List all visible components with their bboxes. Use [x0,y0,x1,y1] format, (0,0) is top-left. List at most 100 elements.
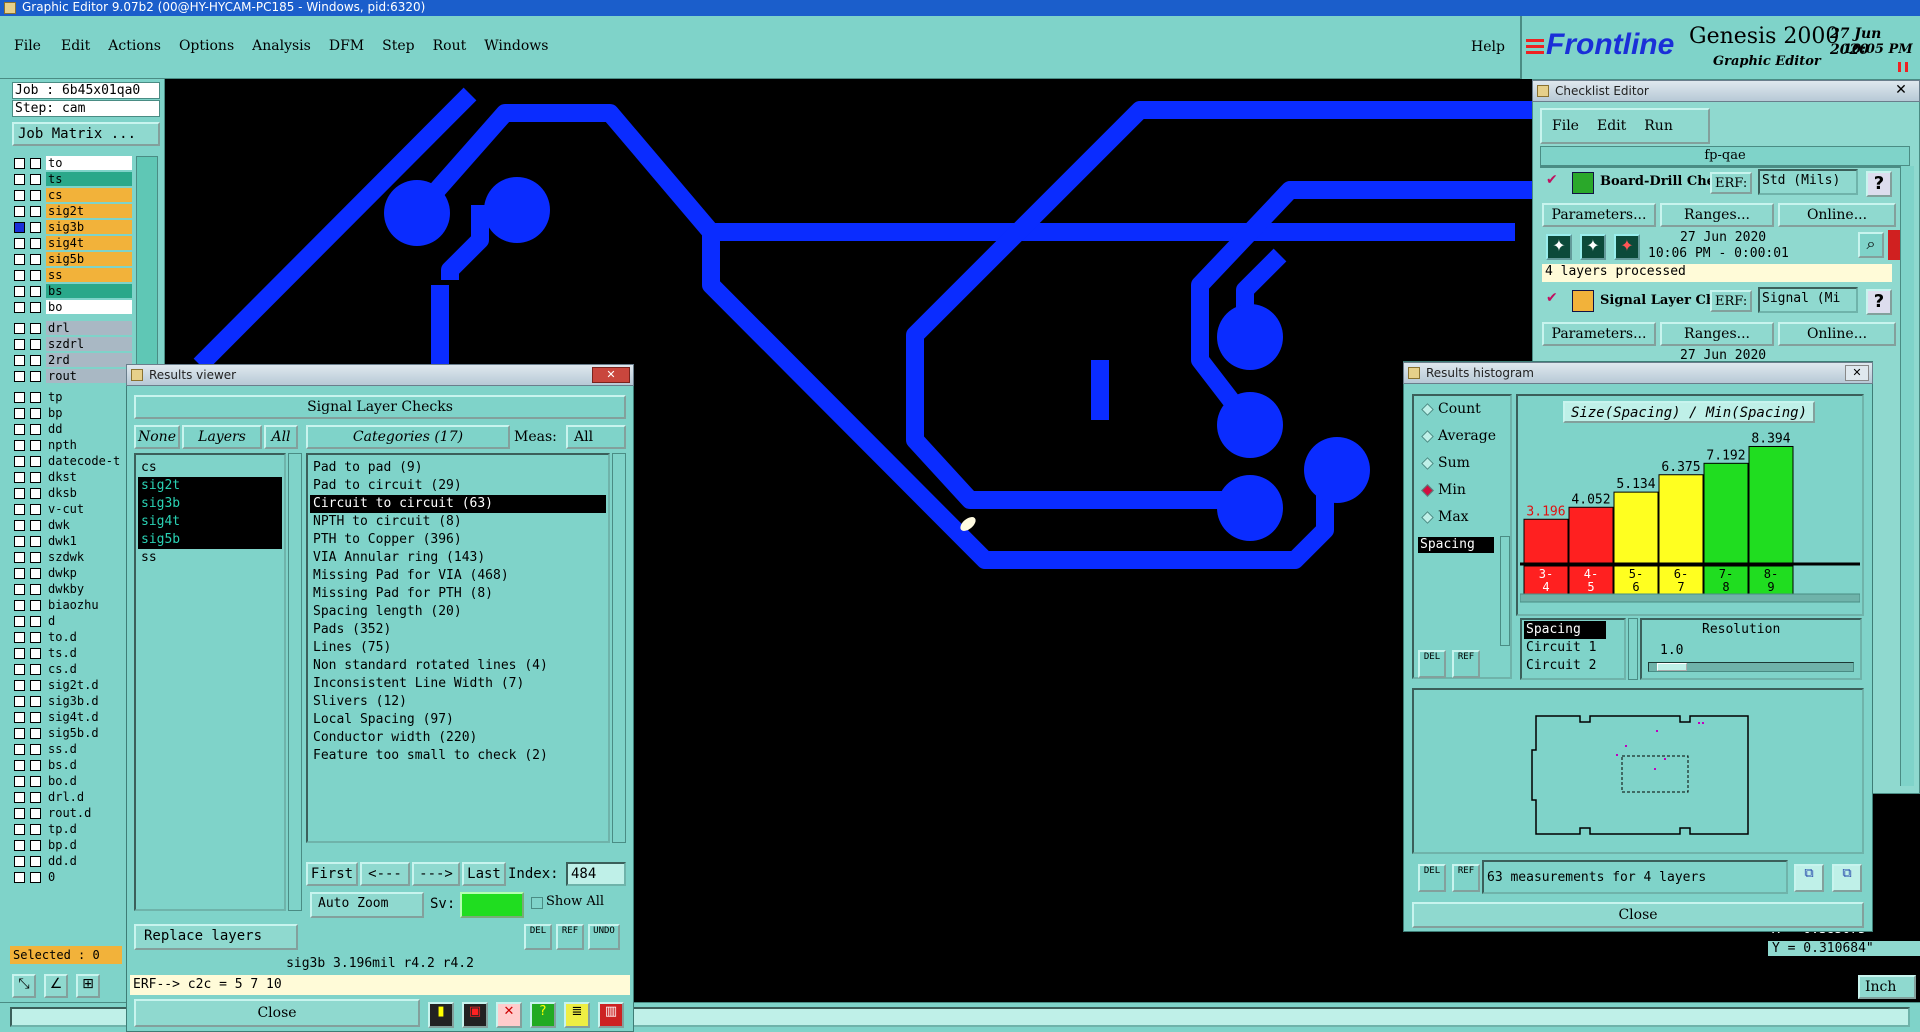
layer-checkbox[interactable] [14,488,25,499]
hist-list-scroll[interactable] [1500,536,1510,646]
layer-checkbox[interactable] [14,792,25,803]
layer-checkbox[interactable] [14,856,25,867]
menu-file[interactable]: File [14,38,41,58]
layer-checkbox[interactable] [14,840,25,851]
rv-next-button[interactable]: ---> [412,862,460,886]
rv-tool2-icon[interactable]: ▣ [462,1002,488,1028]
rv-sv-color[interactable] [460,892,524,918]
rv-layer-item[interactable]: sig5b [138,531,282,549]
layer-checkbox[interactable] [14,616,25,627]
layer-affected-checkbox[interactable] [30,536,41,547]
layer-affected-checkbox[interactable] [30,840,41,851]
layer-checkbox[interactable] [14,504,25,515]
layer-affected-checkbox[interactable] [30,856,41,867]
check2-help-icon[interactable]: ? [1866,289,1892,315]
layer-row[interactable]: npth [12,438,132,453]
layer-row[interactable]: drl.d [12,790,132,805]
rv-category-item[interactable]: Feature too small to check (2) [310,747,606,765]
rv-category-item[interactable]: Pad to pad (9) [310,459,606,477]
layer-affected-checkbox[interactable] [30,824,41,835]
rv-undo-button[interactable]: UNDO [588,924,620,950]
rv-last-button[interactable]: Last [462,862,506,886]
hist-mode-average[interactable]: Average [1420,425,1510,452]
layer-row[interactable]: cs [12,188,132,203]
checklist-menu-edit[interactable]: Edit [1597,118,1626,134]
check1-help-icon[interactable]: ? [1866,171,1892,197]
layer-affected-checkbox[interactable] [30,270,41,281]
layer-row[interactable]: bo.d [12,774,132,789]
layer-checkbox[interactable] [14,808,25,819]
rv-tool6-icon[interactable]: ▥ [598,1002,624,1028]
rv-category-item[interactable]: VIA Annular ring (143) [310,549,606,567]
layer-affected-checkbox[interactable] [30,174,41,185]
results-viewer-close-icon[interactable]: ✕ [592,367,630,383]
rv-filter-none[interactable]: None [134,425,180,449]
layer-row[interactable]: datecode-t [12,454,132,469]
hist-del2-button[interactable]: DEL [1418,864,1446,892]
layer-affected-checkbox[interactable] [30,696,41,707]
check1-run3-icon[interactable]: ✦ [1614,234,1640,260]
layer-row[interactable]: sig5b.d [12,726,132,741]
layer-row[interactable]: sig4t [12,236,132,251]
layer-affected-checkbox[interactable] [30,808,41,819]
check1-zoom-icon[interactable]: ⌕ [1858,232,1884,258]
layer-checkbox[interactable] [14,270,25,281]
rv-category-scroll[interactable] [612,453,626,843]
hist-res-scroll[interactable] [1628,618,1638,680]
layer-affected-checkbox[interactable] [30,616,41,627]
layer-row[interactable]: bp.d [12,838,132,853]
rv-replace-layers-button[interactable]: Replace layers [134,924,298,950]
layer-affected-checkbox[interactable] [30,440,41,451]
rv-meas-select[interactable]: All [566,425,626,449]
layer-row[interactable]: dwkby [12,582,132,597]
zoom-icon[interactable]: ⤡ [12,974,36,998]
layer-row[interactable]: d [12,614,132,629]
layer-row[interactable]: sig4t.d [12,710,132,725]
layer-affected-checkbox[interactable] [30,568,41,579]
layer-affected-checkbox[interactable] [30,728,41,739]
rv-category-item[interactable]: Missing Pad for VIA (468) [310,567,606,585]
layer-row[interactable]: dwk1 [12,534,132,549]
layer-checkbox[interactable] [14,190,25,201]
hist-bar[interactable] [1568,506,1614,565]
layer-affected-checkbox[interactable] [30,392,41,403]
layer-affected-checkbox[interactable] [30,552,41,563]
layer-affected-checkbox[interactable] [30,792,41,803]
layer-row[interactable]: bs [12,284,132,299]
layer-checkbox[interactable] [14,744,25,755]
checklist-menu-run[interactable]: Run [1644,118,1673,134]
rv-layer-item[interactable]: sig2t [138,477,282,495]
layer-affected-checkbox[interactable] [30,371,41,382]
layer-checkbox[interactable] [14,520,25,531]
rv-tool1-icon[interactable]: ▮ [428,1002,454,1028]
rv-del-button[interactable]: DEL [524,924,552,950]
layer-checkbox[interactable] [14,174,25,185]
rv-prev-button[interactable]: <--- [360,862,410,886]
check2-online-button[interactable]: Online... [1778,322,1896,346]
layer-checkbox[interactable] [14,728,25,739]
layer-affected-checkbox[interactable] [30,504,41,515]
layer-checkbox[interactable] [14,254,25,265]
hist-mode-count[interactable]: Count [1420,398,1510,425]
rv-category-item[interactable]: Conductor width (220) [310,729,606,747]
layer-row[interactable]: dksb [12,486,132,501]
layer-row[interactable]: bs.d [12,758,132,773]
layer-checkbox[interactable] [14,302,25,313]
menu-dfm[interactable]: DFM [329,38,364,58]
rv-tool4-icon[interactable]: ? [530,1002,556,1028]
rv-category-item[interactable]: Pad to circuit (29) [310,477,606,495]
rv-autozoom-select[interactable]: Auto Zoom [310,892,424,918]
rv-layer-item[interactable]: cs [138,459,282,477]
layer-row[interactable]: ss.d [12,742,132,757]
layer-row[interactable]: cs.d [12,662,132,677]
rv-close-button[interactable]: Close [134,999,420,1027]
layer-checkbox[interactable] [14,392,25,403]
layer-row[interactable]: ts.d [12,646,132,661]
hist-list-item[interactable]: Spacing [1418,537,1494,553]
layer-affected-checkbox[interactable] [30,222,41,233]
layer-affected-checkbox[interactable] [30,158,41,169]
hist-mode-sum[interactable]: Sum [1420,452,1510,479]
rv-ref-button[interactable]: REF [556,924,584,950]
measure-icon[interactable]: ∠ [44,974,68,998]
layer-row[interactable]: ts [12,172,132,187]
